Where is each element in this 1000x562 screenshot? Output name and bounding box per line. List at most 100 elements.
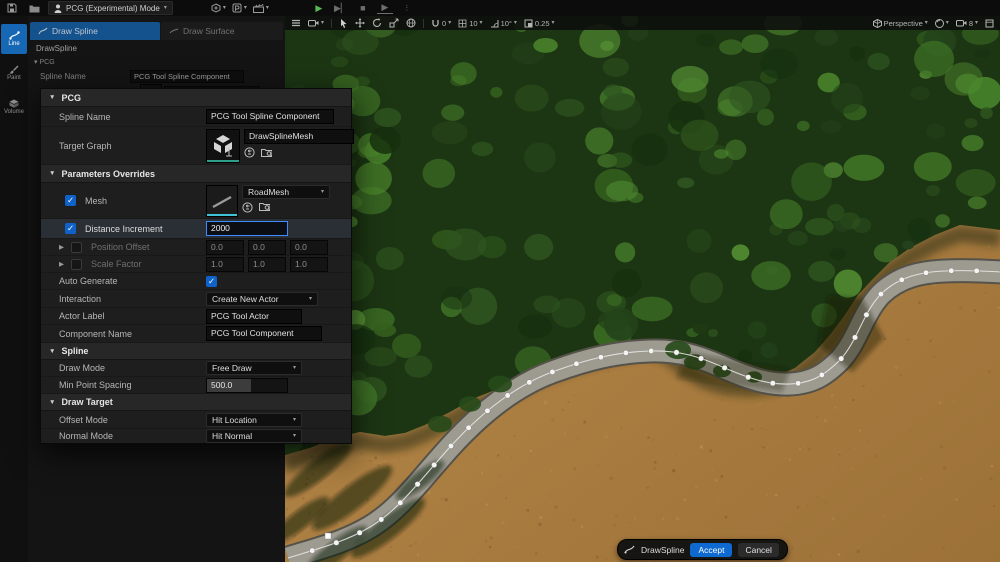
details-panel: ▼PCG Spline Name PCG Tool Spline Compone… — [40, 88, 352, 444]
spline-start-point[interactable] — [325, 533, 331, 539]
bg-spline-name-value[interactable]: PCG Tool Spline Component — [130, 70, 244, 83]
target-graph-thumbnail[interactable] — [206, 129, 240, 163]
scale-snap-value: 0.25 — [535, 19, 550, 28]
row-position-offset: ▶ Position Offset 0.0 0.0 0.0 — [41, 239, 351, 256]
section-pcg[interactable]: ▼PCG — [41, 89, 351, 107]
view-mode-icon[interactable]: ▾ — [935, 19, 949, 28]
perspective-label: Perspective — [884, 19, 923, 28]
browse-to-asset-icon[interactable] — [261, 147, 272, 158]
section-parameters-overrides[interactable]: ▼Parameters Overrides — [41, 165, 351, 183]
spline-icon — [624, 545, 635, 554]
mesh-dropdown[interactable]: RoadMesh▾ — [242, 185, 330, 199]
spline-name-field[interactable]: PCG Tool Spline Component — [206, 109, 334, 124]
play-button[interactable]: ▶ — [311, 1, 327, 15]
grid-snap-icon[interactable]: 10▾ — [458, 19, 482, 28]
accept-button[interactable]: Accept — [690, 543, 732, 557]
move-tool-icon[interactable] — [355, 18, 365, 28]
tab-draw-surface[interactable]: Draw Surface — [161, 22, 283, 40]
line-tool-icon — [9, 31, 20, 40]
play-options-icon[interactable]: ⋮ — [399, 1, 415, 15]
mesh-override-checkbox[interactable]: ✓ — [65, 195, 76, 206]
surface-snap-value: 0 — [442, 19, 446, 28]
tab-draw-spline[interactable]: Draw Spline — [30, 22, 160, 40]
row-draw-mode: Draw Mode Free Draw▾ — [41, 360, 351, 377]
camera-speed-icon[interactable]: 8▾ — [956, 19, 978, 28]
expander-icon[interactable]: ▶ — [59, 243, 64, 251]
position-y-field[interactable]: 0.0 — [248, 240, 286, 255]
sidebar-item-label: Volume — [4, 109, 24, 115]
position-offset-checkbox[interactable] — [71, 242, 82, 253]
save-icon[interactable] — [4, 1, 20, 15]
mesh-thumbnail[interactable] — [206, 185, 238, 217]
scale-snap-icon[interactable]: 0.25▾ — [524, 19, 555, 28]
cancel-button[interactable]: Cancel — [738, 543, 778, 557]
sidebar-item-label: Paint — [7, 75, 21, 81]
component-name-field[interactable]: PCG Tool Component — [206, 326, 322, 341]
rotation-snap-icon[interactable]: 10°▾ — [490, 19, 517, 28]
cinematics-dropdown[interactable]: ▾ — [253, 4, 269, 13]
sidebar-item-label: Line — [8, 41, 19, 47]
perspective-dropdown[interactable]: Perspective▾ — [873, 19, 928, 28]
scale-tool-icon[interactable] — [389, 18, 399, 28]
add-actor-dropdown[interactable]: ▾ — [211, 3, 226, 13]
select-tool-icon[interactable] — [339, 18, 348, 28]
camera-speed-value: 8 — [969, 19, 973, 28]
row-auto-generate: Auto Generate ✓ — [41, 273, 351, 290]
tool-title: DrawSpline — [36, 44, 77, 53]
rotate-tool-icon[interactable] — [372, 18, 382, 28]
rotation-snap-value: 10° — [501, 19, 512, 28]
row-min-point-spacing: Min Point Spacing 500.0 — [41, 377, 351, 394]
world-local-icon[interactable] — [406, 18, 416, 28]
row-distance-increment[interactable]: ✓ Distance Increment 2000 — [41, 219, 351, 239]
skip-frame-button[interactable]: ▶▏ — [333, 1, 349, 15]
auto-generate-checkbox[interactable]: ✓ — [206, 276, 217, 287]
target-graph-field[interactable]: DrawSplineMesh — [244, 129, 354, 144]
use-selected-icon[interactable] — [242, 202, 253, 213]
stop-button[interactable]: ■ — [355, 1, 371, 15]
use-selected-icon[interactable] — [244, 147, 255, 158]
scale-y-field[interactable]: 1.0 — [248, 257, 286, 272]
position-z-field[interactable]: 0.0 — [290, 240, 328, 255]
surface-icon — [169, 27, 179, 35]
sidebar-item-paint[interactable]: Paint — [1, 58, 27, 88]
scale-x-field[interactable]: 1.0 — [206, 257, 244, 272]
scale-factor-checkbox[interactable] — [71, 259, 82, 270]
maximize-viewport-icon[interactable] — [985, 19, 994, 28]
min-point-spacing-input[interactable]: 500.0 — [206, 378, 288, 393]
interaction-dropdown[interactable]: Create New Actor▾ — [206, 292, 318, 306]
tool-confirm-overlay: DrawSpline Accept Cancel — [617, 539, 788, 560]
editor-mode-dropdown[interactable]: PCG (Experimental) Mode ▾ — [48, 1, 173, 15]
bg-spline-name-label: Spline Name — [40, 72, 86, 81]
draw-mode-dropdown[interactable]: Free Draw▾ — [206, 361, 302, 375]
distance-override-checkbox[interactable]: ✓ — [65, 223, 76, 234]
launch-button[interactable]: ▶ — [377, 3, 393, 14]
sidebar-item-volume[interactable]: Volume — [1, 92, 27, 122]
section-spline[interactable]: ▼Spline — [41, 343, 351, 360]
section-draw-target[interactable]: ▼Draw Target — [41, 394, 351, 411]
camera-options-icon[interactable]: ▾ — [308, 19, 324, 27]
normal-mode-dropdown[interactable]: Hit Normal▾ — [206, 429, 302, 443]
position-x-field[interactable]: 0.0 — [206, 240, 244, 255]
row-offset-mode: Offset Mode Hit Location▾ — [41, 411, 351, 429]
blueprints-dropdown[interactable]: ▾ — [232, 3, 247, 13]
actor-label-field[interactable]: PCG Tool Actor — [206, 309, 302, 324]
scale-z-field[interactable]: 1.0 — [290, 257, 328, 272]
offset-mode-dropdown[interactable]: Hit Location▾ — [206, 413, 302, 427]
bg-section-pcg[interactable]: ▾ PCG — [34, 58, 55, 66]
row-actor-label: Actor Label PCG Tool Actor — [41, 308, 351, 325]
viewport-toolbar: ▾ 0▾ 10▾ 10°▾ — [285, 16, 1000, 30]
volume-tool-icon — [9, 99, 19, 108]
viewport-menu-icon[interactable] — [291, 19, 301, 27]
content-browser-icon[interactable] — [26, 1, 42, 15]
row-scale-factor: ▶ Scale Factor 1.0 1.0 1.0 — [41, 256, 351, 273]
expander-icon[interactable]: ▶ — [59, 260, 64, 268]
3d-viewport[interactable] — [285, 16, 1000, 562]
viewport-scene — [285, 16, 1000, 562]
tab-label: Draw Surface — [183, 26, 235, 36]
row-spline-name: Spline Name PCG Tool Spline Component — [41, 107, 351, 127]
row-interaction: Interaction Create New Actor▾ — [41, 290, 351, 308]
sidebar-item-line[interactable]: Line — [1, 24, 27, 54]
distance-increment-input[interactable]: 2000 — [206, 221, 288, 236]
surface-snap-icon[interactable]: 0▾ — [431, 19, 451, 28]
browse-to-asset-icon[interactable] — [259, 202, 270, 213]
